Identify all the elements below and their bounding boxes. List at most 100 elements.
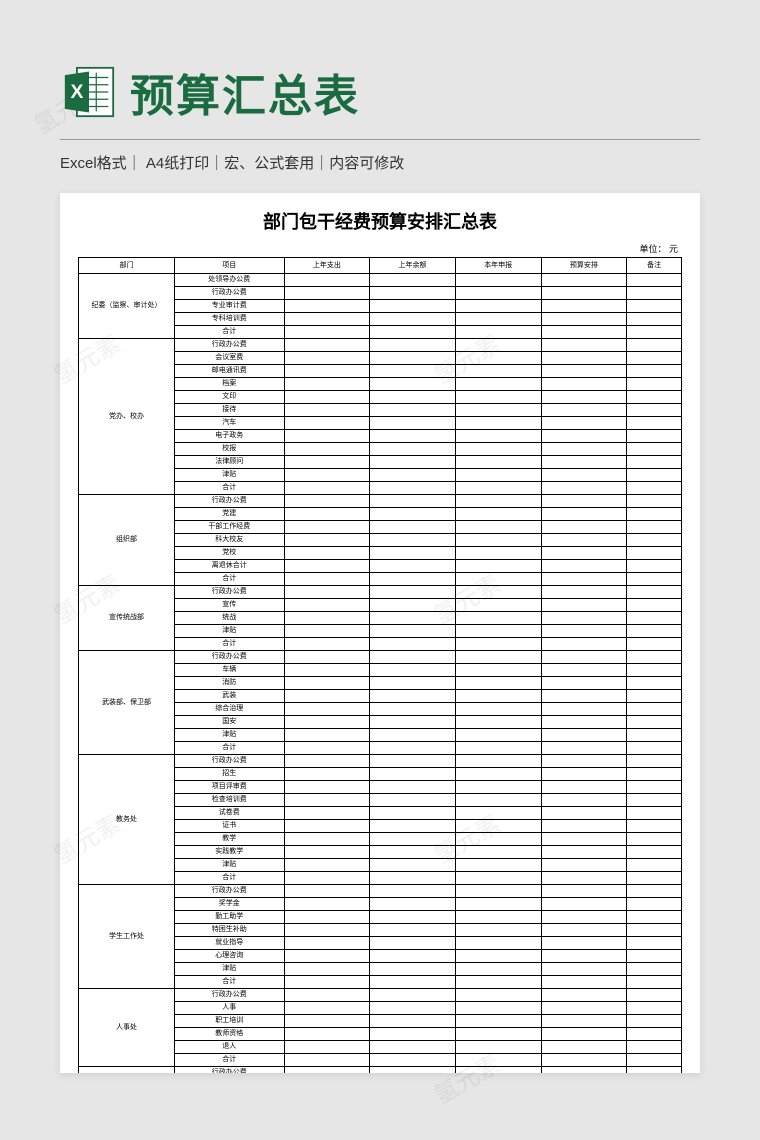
- data-cell: [284, 469, 370, 482]
- item-cell: 教学: [174, 833, 284, 846]
- data-cell: [541, 898, 627, 911]
- data-cell: [627, 664, 682, 677]
- item-cell: 行政办公费: [174, 495, 284, 508]
- data-cell: [541, 911, 627, 924]
- data-cell: [627, 534, 682, 547]
- data-cell: [370, 768, 456, 781]
- data-cell: [370, 729, 456, 742]
- data-cell: [370, 989, 456, 1002]
- item-cell: 项目评审费: [174, 781, 284, 794]
- data-cell: [627, 859, 682, 872]
- data-cell: [627, 833, 682, 846]
- data-cell: [370, 430, 456, 443]
- data-cell: [541, 833, 627, 846]
- data-cell: [627, 820, 682, 833]
- data-cell: [541, 859, 627, 872]
- data-cell: [455, 651, 541, 664]
- data-cell: [370, 326, 456, 339]
- data-cell: [455, 274, 541, 287]
- data-cell: [455, 287, 541, 300]
- item-cell: 心理咨询: [174, 950, 284, 963]
- item-cell: 证书: [174, 820, 284, 833]
- data-cell: [541, 469, 627, 482]
- data-cell: [455, 963, 541, 976]
- data-cell: [627, 274, 682, 287]
- data-cell: [541, 482, 627, 495]
- item-cell: 科大校友: [174, 534, 284, 547]
- data-cell: [370, 365, 456, 378]
- column-header: 上年支出: [284, 258, 370, 274]
- data-cell: [627, 1015, 682, 1028]
- data-cell: [370, 833, 456, 846]
- data-cell: [541, 443, 627, 456]
- data-cell: [627, 1002, 682, 1015]
- item-cell: 就业指导: [174, 937, 284, 950]
- item-cell: 招生: [174, 768, 284, 781]
- table-row: 教务处行政办公费: [79, 755, 682, 768]
- data-cell: [284, 833, 370, 846]
- data-cell: [370, 313, 456, 326]
- item-cell: 津贴: [174, 729, 284, 742]
- data-cell: [627, 911, 682, 924]
- data-cell: [541, 534, 627, 547]
- data-cell: [541, 950, 627, 963]
- item-cell: 专业审计费: [174, 300, 284, 313]
- item-cell: 武装: [174, 690, 284, 703]
- data-cell: [455, 794, 541, 807]
- data-cell: [370, 859, 456, 872]
- data-cell: [370, 573, 456, 586]
- header: X 预算汇总表: [0, 0, 760, 139]
- table-row: 纪委（监察、审计处）处领导办公费: [79, 274, 682, 287]
- dept-cell: 党办、校办: [79, 339, 175, 495]
- data-cell: [541, 599, 627, 612]
- data-cell: [455, 1015, 541, 1028]
- data-cell: [627, 547, 682, 560]
- data-cell: [541, 365, 627, 378]
- item-cell: 行政办公费: [174, 586, 284, 599]
- data-cell: [541, 495, 627, 508]
- data-cell: [455, 1002, 541, 1015]
- item-cell: 校报: [174, 443, 284, 456]
- data-cell: [284, 560, 370, 573]
- item-cell: 奖学金: [174, 898, 284, 911]
- data-cell: [284, 612, 370, 625]
- item-cell: 津贴: [174, 469, 284, 482]
- data-cell: [541, 1067, 627, 1074]
- data-cell: [370, 495, 456, 508]
- data-cell: [627, 755, 682, 768]
- item-cell: 接待: [174, 404, 284, 417]
- data-cell: [370, 612, 456, 625]
- data-cell: [455, 638, 541, 651]
- data-cell: [541, 1002, 627, 1015]
- data-cell: [627, 1028, 682, 1041]
- data-cell: [455, 456, 541, 469]
- data-cell: [541, 755, 627, 768]
- item-cell: 合计: [174, 976, 284, 989]
- item-cell: 党建: [174, 508, 284, 521]
- data-cell: [284, 326, 370, 339]
- data-cell: [284, 456, 370, 469]
- budget-table: 部门项目上年支出上年余额本年申报预算安排备注 纪委（监察、审计处）处领导办公费行…: [78, 257, 682, 1073]
- data-cell: [541, 339, 627, 352]
- data-cell: [370, 534, 456, 547]
- data-cell: [284, 729, 370, 742]
- data-cell: [541, 638, 627, 651]
- data-cell: [370, 300, 456, 313]
- data-cell: [455, 404, 541, 417]
- item-cell: 合计: [174, 573, 284, 586]
- data-cell: [455, 755, 541, 768]
- item-cell: 实践教学: [174, 846, 284, 859]
- data-cell: [455, 898, 541, 911]
- table-row: 组织部行政办公费: [79, 495, 682, 508]
- table-header-row: 部门项目上年支出上年余额本年申报预算安排备注: [79, 258, 682, 274]
- data-cell: [284, 417, 370, 430]
- data-cell: [541, 937, 627, 950]
- column-header: 备注: [627, 258, 682, 274]
- data-cell: [455, 833, 541, 846]
- data-cell: [284, 781, 370, 794]
- data-cell: [541, 625, 627, 638]
- data-cell: [284, 1054, 370, 1067]
- data-cell: [627, 950, 682, 963]
- item-cell: 津贴: [174, 859, 284, 872]
- item-cell: 津贴: [174, 625, 284, 638]
